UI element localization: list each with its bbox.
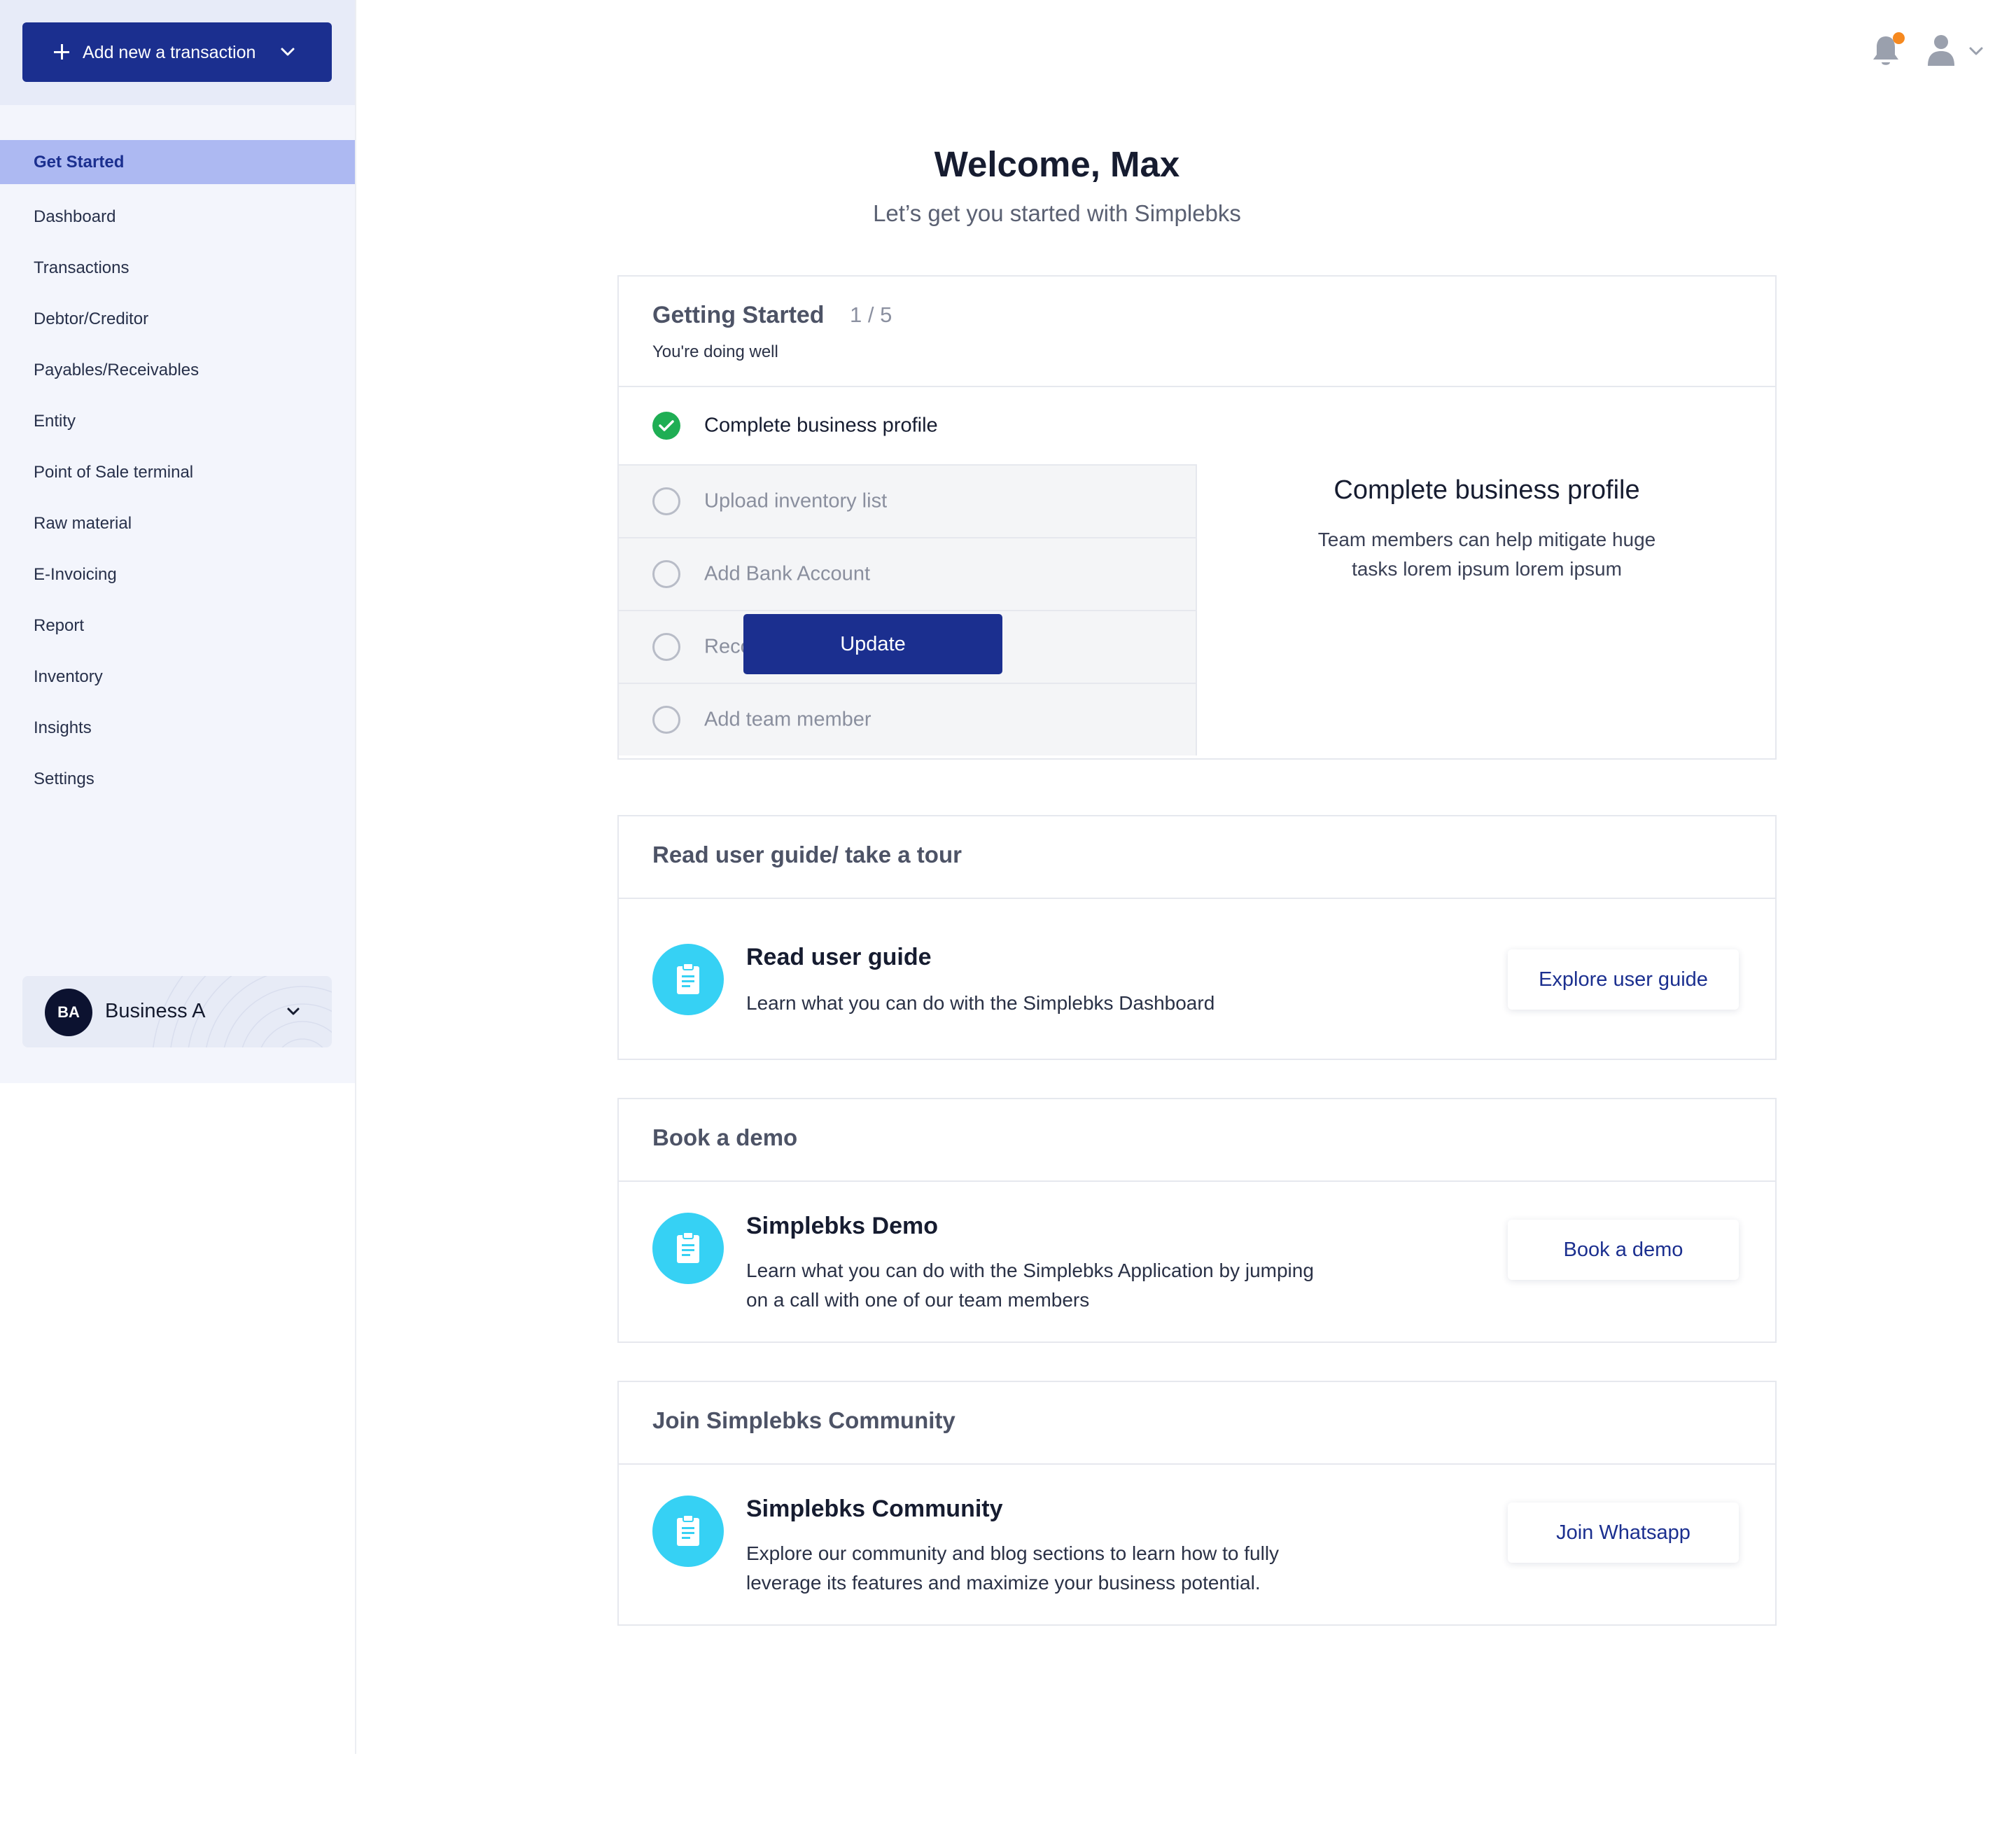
business-name: Business A xyxy=(105,1000,206,1022)
sidebar-item-label: E-Invoicing xyxy=(34,564,117,584)
task-label: Upload inventory list xyxy=(704,489,888,513)
task-item-add-bank-account[interactable]: Add Bank Account xyxy=(619,537,1197,610)
card-header: Join Simplebks Community xyxy=(619,1382,1775,1465)
join-whatsapp-button[interactable]: Join Whatsapp xyxy=(1508,1503,1739,1563)
empty-circle-icon xyxy=(652,706,680,734)
task-detail-panel: Complete business profile Team members c… xyxy=(1197,387,1777,760)
add-transaction-button[interactable]: Add new a transaction xyxy=(22,22,332,82)
sidebar-item-entity[interactable]: Entity xyxy=(0,396,356,447)
card-title: Read user guide xyxy=(746,944,932,970)
sidebar-item-label: Report xyxy=(34,615,85,635)
sidebar-item-point-of-sale[interactable]: Point of Sale terminal xyxy=(0,447,356,498)
business-switcher[interactable]: BA Business A xyxy=(22,976,332,1047)
sidebar-item-label: Dashboard xyxy=(34,207,116,226)
sidebar-nav: Get Started Dashboard Transactions Debto… xyxy=(0,140,356,804)
sidebar-item-inventory[interactable]: Inventory xyxy=(0,651,356,702)
sidebar-item-debtor-creditor[interactable]: Debtor/Creditor xyxy=(0,293,356,344)
sidebar-item-label: Transactions xyxy=(34,258,130,277)
card-header-title: Book a demo xyxy=(652,1124,798,1150)
getting-started-progress: 1 / 5 xyxy=(850,302,892,327)
explore-user-guide-button[interactable]: Explore user guide xyxy=(1508,949,1739,1010)
sidebar-item-transactions[interactable]: Transactions xyxy=(0,242,356,293)
business-avatar: BA xyxy=(45,989,92,1036)
page-subtitle: Let’s get you started with Simplebks xyxy=(873,200,1241,226)
card-body: Simplebks Demo Learn what you can do wit… xyxy=(619,1182,1775,1343)
task-detail-title: Complete business profile xyxy=(1334,475,1640,505)
card-title: Simplebks Community xyxy=(746,1496,1003,1522)
empty-circle-icon xyxy=(652,633,680,661)
sidebar-item-report[interactable]: Report xyxy=(0,600,356,651)
getting-started-title: Getting Started xyxy=(652,302,825,328)
update-button[interactable]: Update xyxy=(743,614,1002,674)
card-description: Learn what you can do with the Simplebks… xyxy=(746,992,1215,1014)
sidebar-item-label: Entity xyxy=(34,411,76,431)
task-item-upload-inventory[interactable]: Upload inventory list xyxy=(619,464,1197,537)
sidebar-item-payables-receivables[interactable]: Payables/Receivables xyxy=(0,344,356,396)
card-body: Simplebks Community Explore our communit… xyxy=(619,1465,1775,1626)
check-circle-icon xyxy=(652,412,680,440)
card-body: Read user guide Learn what you can do wi… xyxy=(619,899,1775,1060)
getting-started-status: You're doing well xyxy=(652,342,778,361)
empty-circle-icon xyxy=(652,560,680,588)
task-label: Complete business profile xyxy=(704,414,938,437)
add-transaction-label: Add new a transaction xyxy=(83,43,256,62)
task-label: Add team member xyxy=(704,708,872,731)
sidebar-item-label: Debtor/Creditor xyxy=(34,309,149,328)
sidebar-item-label: Get Started xyxy=(34,152,125,172)
getting-started-header: Getting Started 1 / 5 You're doing well xyxy=(619,277,1775,387)
task-label: Add Bank Account xyxy=(704,562,870,585)
user-icon[interactable] xyxy=(1926,34,1956,67)
card-header: Read user guide/ take a tour xyxy=(619,816,1775,899)
add-transaction-area: Add new a transaction xyxy=(0,0,356,105)
getting-started-card: Getting Started 1 / 5 You're doing well … xyxy=(617,275,1777,760)
card-header-title: Join Simplebks Community xyxy=(652,1407,955,1433)
task-item-complete-business-profile[interactable]: Complete business profile xyxy=(619,387,1197,464)
book-demo-card: Book a demo Simplebks Demo Learn what yo… xyxy=(617,1098,1777,1343)
card-title: Simplebks Demo xyxy=(746,1213,938,1239)
card-description: Learn what you can do with the Simplebks… xyxy=(746,1260,1314,1311)
community-card: Join Simplebks Community Simplebks Commu… xyxy=(617,1381,1777,1626)
plus-icon xyxy=(52,42,71,62)
chevron-down-icon xyxy=(287,1008,300,1015)
notification-dot xyxy=(1893,32,1905,44)
sidebar-item-label: Settings xyxy=(34,769,94,788)
chevron-down-icon xyxy=(281,48,295,56)
card-header-title: Read user guide/ take a tour xyxy=(652,842,962,867)
sidebar-item-label: Payables/Receivables xyxy=(34,360,200,379)
sidebar-divider xyxy=(355,0,356,1754)
sidebar-item-label: Raw material xyxy=(34,513,132,533)
book-demo-button[interactable]: Book a demo xyxy=(1508,1220,1739,1280)
sidebar-item-label: Inventory xyxy=(34,667,103,686)
sidebar-item-settings[interactable]: Settings xyxy=(0,753,356,804)
sidebar-item-e-invoicing[interactable]: E-Invoicing xyxy=(0,549,356,600)
clipboard-icon xyxy=(652,1496,724,1567)
page-title: Welcome, Max xyxy=(934,144,1180,184)
clipboard-icon xyxy=(652,1213,724,1284)
sidebar-item-raw-material[interactable]: Raw material xyxy=(0,498,356,549)
empty-circle-icon xyxy=(652,487,680,515)
user-guide-card: Read user guide/ take a tour Read user g… xyxy=(617,815,1777,1060)
card-header: Book a demo xyxy=(619,1099,1775,1182)
sidebar-item-label: Point of Sale terminal xyxy=(34,462,194,482)
task-detail-text: Team members can help mitigate huge task… xyxy=(1317,529,1656,580)
chevron-down-icon[interactable] xyxy=(1966,41,1987,62)
task-list: Complete business profile Upload invento… xyxy=(619,387,1197,755)
sidebar-item-insights[interactable]: Insights xyxy=(0,702,356,753)
clipboard-icon xyxy=(652,944,724,1015)
card-description: Explore our community and blog sections … xyxy=(746,1542,1280,1594)
task-item-add-team-member[interactable]: Add team member xyxy=(619,683,1197,755)
sidebar-item-label: Insights xyxy=(34,718,92,737)
